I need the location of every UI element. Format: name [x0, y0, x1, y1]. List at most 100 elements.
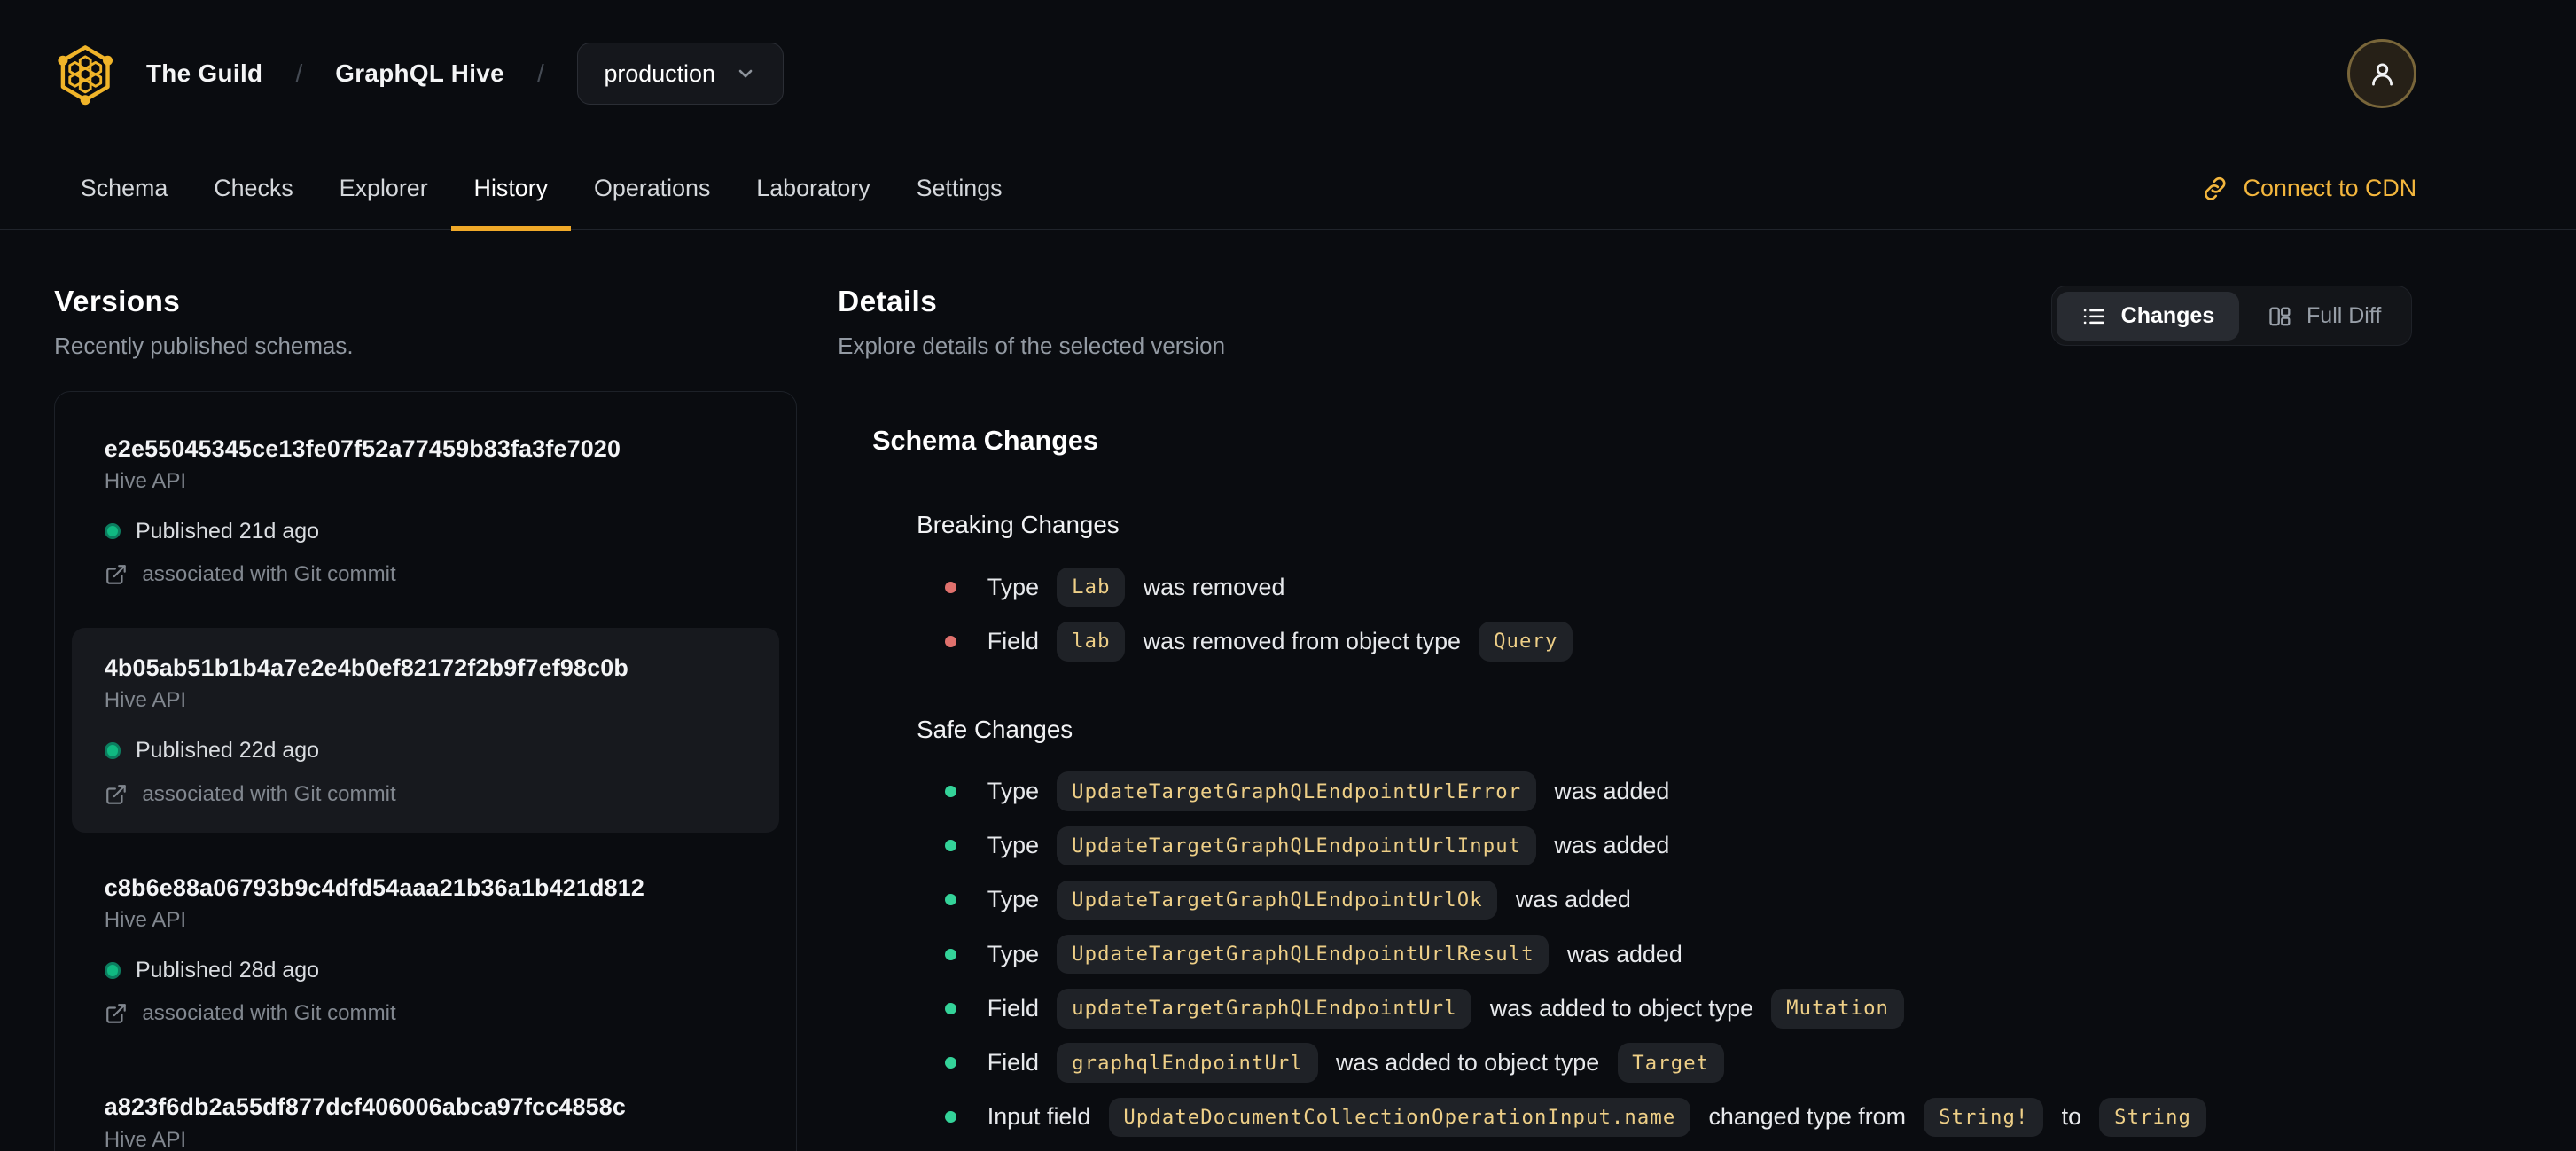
external-link-icon: [105, 784, 126, 804]
change-text: Type UpdateTargetGraphQLEndpointUrlResul…: [987, 934, 1682, 975]
details-panel: Details Explore details of the selected …: [838, 286, 2412, 1151]
change-text: Type UpdateTargetGraphQLEndpointUrlOk wa…: [987, 880, 1631, 920]
change-bullet-icon: [944, 894, 956, 906]
nav-tab-label: Laboratory: [756, 175, 870, 202]
change-bullet-icon: [944, 1111, 956, 1124]
breadcrumb-separator: /: [295, 59, 303, 88]
version-git-label: associated with Git commit: [142, 562, 396, 587]
target-select[interactable]: production: [576, 43, 784, 106]
nav-tab-history[interactable]: History: [450, 148, 572, 232]
schema-changes-title: Schema Changes: [872, 426, 1098, 457]
version-hash: e2e55045345ce13fe07f52a77459b83fa3fe7020: [104, 435, 621, 462]
change-groups: Breaking Changes Type Lab was removed Fi…: [872, 511, 2412, 1151]
published-dot-icon: [104, 742, 121, 759]
list-icon: [2083, 309, 2104, 324]
breaking-changes-group: Breaking Changes Type Lab was removed Fi…: [872, 511, 2412, 662]
change-text: Input field UpdateDocumentCollectionOper…: [987, 1097, 2218, 1138]
chevron-down-icon: [738, 70, 753, 78]
details-title: Details: [838, 286, 938, 319]
connect-to-cdn-link[interactable]: Connect to CDN: [2202, 148, 2416, 230]
user-menu-button[interactable]: [2347, 39, 2417, 109]
change-bullet-icon: [944, 581, 956, 593]
change-text: Field lab was removed from object type Q…: [987, 622, 1584, 662]
published-dot-icon: [104, 962, 121, 979]
safe-changes-group: Safe Changes Type UpdateTargetGraphQLEnd…: [872, 716, 2412, 1151]
top-bar: The Guild / GraphQL Hive / production: [0, 0, 2576, 148]
nav-tab-schema[interactable]: Schema: [58, 148, 191, 230]
change-row: Type UpdateTargetGraphQLEndpointUrlOk wa…: [944, 880, 2412, 920]
change-row: Type UpdateTargetGraphQLEndpointUrlResul…: [944, 934, 2412, 975]
version-status: Published 22d ago: [104, 738, 747, 763]
code-chip: Lab: [1057, 567, 1126, 607]
change-bullet-icon: [944, 786, 956, 798]
version-service: Hive API: [104, 688, 187, 713]
change-bullet-icon: [944, 840, 956, 852]
nav-tab-operations[interactable]: Operations: [571, 148, 733, 230]
change-row: Type UpdateTargetGraphQLEndpointUrlInput…: [944, 826, 2412, 866]
change-text: Field updateTargetGraphQLEndpointUrl was…: [987, 989, 1916, 1029]
view-toggle: Changes Full Diff: [2050, 286, 2412, 347]
change-row: Type UpdateTargetGraphQLEndpointUrlError…: [944, 771, 2412, 811]
code-chip: UpdateTargetGraphQLEndpointUrlResult: [1057, 934, 1550, 975]
nav-tab-label: Operations: [594, 175, 711, 202]
version-hash: a823f6db2a55df877dcf406006abca97fcc4858c: [104, 1093, 627, 1121]
nav-tab-checks[interactable]: Checks: [191, 148, 316, 230]
version-list-item[interactable]: e2e55045345ce13fe07f52a77459b83fa3fe7020…: [72, 409, 780, 614]
external-link-icon: [105, 1004, 126, 1023]
code-chip: UpdateDocumentCollectionOperationInput.n…: [1108, 1097, 1691, 1138]
code-chip: UpdateTargetGraphQLEndpointUrlError: [1057, 771, 1536, 811]
details-subtitle: Explore details of the selected version: [838, 334, 1226, 360]
change-group-title: Safe Changes: [917, 715, 1073, 743]
version-status: Published 28d ago: [104, 958, 747, 983]
change-row: Field updateTargetGraphQLEndpointUrl was…: [944, 989, 2412, 1029]
version-hash: 4b05ab51b1b4a7e2e4b0ef82172f2b9f7ef98c0b: [104, 654, 628, 682]
change-row: Field lab was removed from object type Q…: [944, 622, 2412, 662]
code-chip: UpdateTargetGraphQLEndpointUrlOk: [1057, 880, 1498, 920]
change-bullet-icon: [944, 1002, 956, 1014]
version-status-label: Published 21d ago: [135, 518, 320, 544]
changes-toggle-button[interactable]: Changes: [2057, 292, 2240, 341]
version-git-link[interactable]: associated with Git commit: [105, 562, 747, 587]
target-select-value: production: [604, 59, 715, 87]
changes-toggle-label: Changes: [2120, 302, 2215, 328]
code-chip: graphqlEndpointUrl: [1057, 1043, 1318, 1083]
nav-tab-label: Settings: [916, 175, 1003, 202]
full-diff-toggle-label: Full Diff: [2307, 302, 2382, 328]
main-content: Versions Recently published schemas. e2e…: [0, 230, 2576, 1151]
version-list-item[interactable]: c8b6e88a06793b9c4dfd54aaa21b36a1b421d812…: [72, 848, 780, 1053]
version-git-link[interactable]: associated with Git commit: [105, 782, 747, 807]
nav-tab-settings[interactable]: Settings: [894, 148, 1026, 230]
code-chip: updateTargetGraphQLEndpointUrl: [1057, 989, 1472, 1029]
breadcrumb-org[interactable]: The Guild: [146, 59, 262, 88]
schema-changes-section: Schema Changes Breaking Changes Type Lab…: [838, 426, 2411, 1151]
change-text: Field graphqlEndpointUrl was added to ob…: [987, 1043, 1736, 1083]
change-text: Type UpdateTargetGraphQLEndpointUrlInput…: [987, 826, 1669, 866]
version-service: Hive API: [104, 907, 187, 932]
versions-title: Versions: [54, 286, 181, 319]
versions-subtitle: Recently published schemas.: [54, 334, 354, 360]
version-service: Hive API: [104, 468, 187, 493]
version-git-label: associated with Git commit: [142, 781, 396, 806]
change-bullet-icon: [944, 1057, 956, 1069]
version-hash: c8b6e88a06793b9c4dfd54aaa21b36a1b421d812: [104, 873, 644, 901]
full-diff-toggle-button[interactable]: Full Diff: [2243, 292, 2406, 341]
change-bullet-icon: [944, 635, 956, 647]
change-list: Type Lab was removed Field lab was remov…: [917, 567, 2412, 662]
link-icon: [2205, 176, 2226, 200]
hive-honeycomb-logo-icon[interactable]: [54, 41, 116, 106]
main-nav: Schema Checks Explorer History Operations Lab…: [0, 148, 2576, 232]
version-list-item[interactable]: a823f6db2a55df877dcf406006abca97fcc4858c…: [72, 1067, 780, 1151]
nav-tab-label: Explorer: [339, 175, 428, 202]
nav-tab-laboratory[interactable]: Laboratory: [733, 148, 893, 230]
version-list-item[interactable]: 4b05ab51b1b4a7e2e4b0ef82172f2b9f7ef98c0b…: [71, 628, 780, 834]
external-link-icon: [105, 565, 126, 584]
change-bullet-icon: [944, 948, 956, 960]
code-chip: UpdateTargetGraphQLEndpointUrlInput: [1057, 826, 1536, 866]
version-git-link[interactable]: associated with Git commit: [105, 1001, 747, 1026]
change-row: Type Lab was removed: [944, 567, 2412, 607]
version-status: Published 21d ago: [104, 518, 747, 544]
code-chip: lab: [1057, 622, 1126, 662]
breadcrumb-project[interactable]: GraphQL Hive: [335, 59, 504, 88]
nav-tab-explorer[interactable]: Explorer: [316, 148, 451, 230]
connect-to-cdn-label: Connect to CDN: [2243, 175, 2417, 202]
